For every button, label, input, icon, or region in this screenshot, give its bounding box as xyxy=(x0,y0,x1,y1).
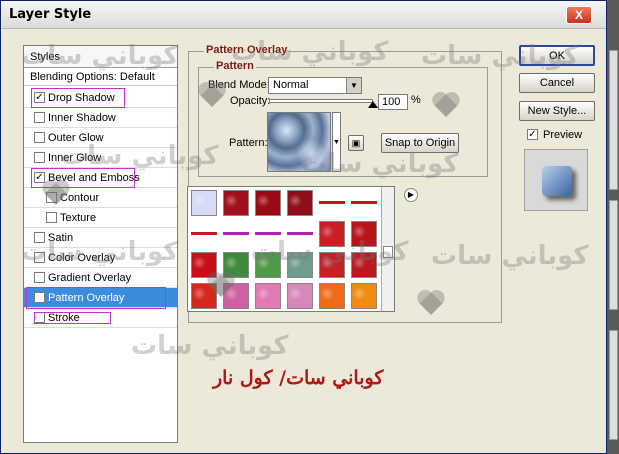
layer-style-dialog: Layer Style X Styles Blending Options: D… xyxy=(0,0,607,454)
preview-checkbox[interactable]: ✓ xyxy=(527,129,538,140)
new-style-button[interactable]: New Style... xyxy=(519,101,595,121)
heart-icon xyxy=(197,83,227,109)
watermark-text: كوباني سات xyxy=(251,237,409,267)
pattern-preset[interactable] xyxy=(255,190,281,216)
highlight-box xyxy=(34,312,111,324)
cancel-button[interactable]: Cancel xyxy=(519,73,595,93)
heart-icon xyxy=(416,291,446,317)
style-item-texture[interactable]: Texture xyxy=(24,208,177,228)
blend-mode-value: Normal xyxy=(273,79,309,91)
background-panel xyxy=(609,50,618,190)
opacity-slider-thumb[interactable] xyxy=(368,101,378,108)
opacity-label: Opacity: xyxy=(230,95,271,107)
style-preview xyxy=(524,149,588,211)
highlight-box xyxy=(26,287,166,309)
pattern-preset[interactable] xyxy=(223,190,249,216)
opacity-input[interactable]: 100 xyxy=(378,94,408,110)
watermark-text: كوباني سات xyxy=(231,37,389,67)
highlight-box xyxy=(31,88,125,108)
watermark-text: كوباني سات xyxy=(131,331,289,361)
chevron-down-icon: ▼ xyxy=(333,139,340,146)
style-checkbox[interactable] xyxy=(34,112,45,123)
style-item-inner-shadow[interactable]: Inner Shadow xyxy=(24,108,177,128)
preview-swatch xyxy=(542,166,572,196)
blend-mode-select[interactable]: Normal ▼ xyxy=(268,77,362,94)
preview-label: Preview xyxy=(543,129,583,141)
picker-menu-icon[interactable]: ▶ xyxy=(404,188,418,202)
pattern-preset[interactable] xyxy=(351,190,377,216)
pattern-preset[interactable] xyxy=(255,283,281,309)
style-item-label: Inner Shadow xyxy=(48,112,116,124)
chevron-down-icon: ▼ xyxy=(346,78,361,93)
style-item-label: Texture xyxy=(60,212,97,224)
style-item-gradient-overlay[interactable]: Gradient Overlay xyxy=(24,268,177,288)
pattern-preset[interactable] xyxy=(319,283,345,309)
pattern-preset[interactable] xyxy=(351,283,377,309)
dialog-title: Layer Style xyxy=(9,7,92,22)
background-panel xyxy=(609,330,618,440)
pattern-label: Pattern: xyxy=(229,137,268,149)
watermark-text: كوباني سات xyxy=(61,141,219,171)
pattern-preset[interactable] xyxy=(191,190,217,216)
background-panel xyxy=(609,200,618,310)
pattern-preset[interactable] xyxy=(287,283,313,309)
style-checkbox[interactable] xyxy=(34,272,45,283)
style-checkbox[interactable] xyxy=(46,212,57,223)
highlight-box xyxy=(31,168,135,188)
heart-icon xyxy=(431,93,461,119)
watermark-text: كوباني سات xyxy=(431,241,589,271)
watermark-text: كوباني سات xyxy=(21,237,179,267)
opacity-unit: % xyxy=(411,94,421,106)
style-checkbox[interactable] xyxy=(34,152,45,163)
pattern-preset[interactable] xyxy=(287,190,313,216)
style-checkbox[interactable] xyxy=(34,132,45,143)
pattern-preset[interactable] xyxy=(319,190,345,216)
background-window-edge xyxy=(607,0,619,454)
title-bar[interactable]: Layer Style X xyxy=(1,1,606,29)
watermark-caption: كوباني سات/ كول نار xyxy=(213,367,384,389)
watermark-text: كوباني سات xyxy=(21,41,179,71)
style-item-label: Gradient Overlay xyxy=(48,272,132,284)
pattern-preset[interactable] xyxy=(191,221,217,247)
watermark-text: كوباني سات xyxy=(301,149,459,179)
close-button[interactable]: X xyxy=(566,6,592,24)
pattern-preset[interactable] xyxy=(223,221,249,247)
opacity-slider[interactable] xyxy=(269,99,373,103)
watermark-text: كوباني سات xyxy=(421,41,579,71)
preview-checkbox-row[interactable]: ✓ Preview xyxy=(525,125,595,145)
heart-icon xyxy=(206,273,236,299)
